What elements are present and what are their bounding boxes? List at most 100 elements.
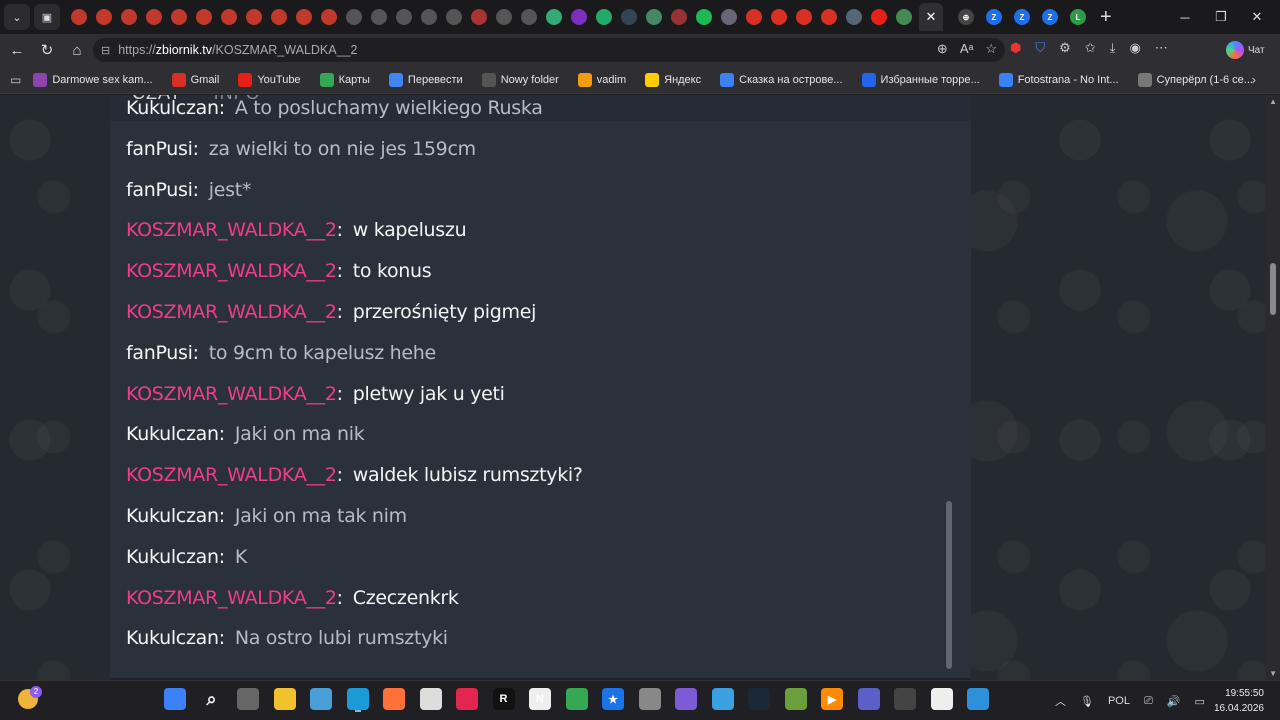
red-circle-icon[interactable] (220, 9, 237, 25)
hd-icon[interactable] (520, 9, 537, 25)
steam-icon[interactable] (748, 688, 770, 710)
chat-username[interactable]: KOSZMAR_WALDKA__2 (126, 383, 337, 405)
bookmark-item[interactable]: YouTube (238, 72, 301, 87)
image-icon[interactable] (845, 9, 862, 25)
chat-username[interactable]: KOSZMAR_WALDKA__2 (126, 464, 337, 486)
bookmark-item[interactable]: Избранные торре... (861, 72, 980, 87)
red-circle-icon[interactable] (145, 9, 162, 25)
adblock-extension-icon[interactable]: ⬢ (1010, 40, 1021, 56)
chat-username[interactable]: KOSZMAR_WALDKA__2 (126, 260, 337, 282)
chat-username[interactable]: Kukulczan (126, 97, 219, 119)
gmail-icon[interactable] (745, 9, 762, 25)
back-icon[interactable]: ← (2, 42, 32, 59)
browser-icon[interactable] (967, 688, 989, 710)
favorites-icon[interactable]: ✩ (1085, 40, 1096, 56)
n-icon[interactable]: N (529, 688, 551, 710)
bookmark-item[interactable]: Суперёрл (1-6 се... (1137, 72, 1253, 87)
bookmark-item[interactable]: Перевести (388, 72, 463, 87)
red-circle-icon[interactable] (295, 9, 312, 25)
tiktok-icon[interactable] (456, 688, 478, 710)
clock[interactable]: 19:55:50 16.04.2026 (1214, 686, 1264, 716)
bookmark-item[interactable]: Яндекс (645, 72, 701, 87)
z-icon[interactable]: Z (1042, 9, 1058, 25)
scroll-down-icon[interactable]: ▼ (1269, 669, 1277, 678)
active-tab-close-button[interactable]: ✕ (919, 3, 943, 31)
photos-icon[interactable] (310, 688, 332, 710)
mpc-icon[interactable] (419, 688, 442, 710)
workspaces-button[interactable]: ▣ (34, 4, 60, 30)
windows-start-icon[interactable] (164, 688, 186, 710)
chrome-icon[interactable] (565, 688, 588, 710)
red-circle-icon[interactable] (70, 9, 87, 25)
chat-username[interactable]: fanPusi (126, 342, 193, 364)
chat-username[interactable]: Kukulczan (126, 546, 219, 568)
tab-actions-menu-button[interactable]: ⌄ (4, 4, 30, 30)
purple-icon[interactable] (570, 9, 587, 25)
scroll-up-icon[interactable]: ▲ (1269, 97, 1277, 106)
l-icon[interactable]: L (1070, 9, 1086, 25)
red-circle-icon[interactable] (470, 9, 487, 25)
hd-icon[interactable] (445, 9, 462, 25)
green-icon[interactable] (595, 9, 612, 25)
spotify-icon[interactable] (695, 9, 712, 25)
image-icon[interactable] (645, 9, 662, 25)
read-aloud-icon[interactable]: Aᵃ (960, 41, 974, 57)
image-icon[interactable] (720, 9, 737, 25)
favorite-star-icon[interactable]: ☆ (985, 41, 997, 57)
media-player-icon[interactable]: ▶ (821, 688, 843, 710)
file-icon[interactable] (930, 688, 953, 710)
volume-icon[interactable]: 🔊 (1167, 695, 1181, 708)
site-info-icon[interactable]: ⊟ (101, 44, 110, 57)
game-icon[interactable] (675, 688, 697, 710)
language-indicator[interactable]: POL (1108, 695, 1130, 707)
edge-icon[interactable] (346, 688, 369, 710)
gmail-icon[interactable] (795, 9, 812, 25)
profile-avatar[interactable]: ◉ (1129, 40, 1140, 56)
obs-icon[interactable] (894, 688, 916, 710)
image-icon[interactable] (895, 9, 912, 25)
battery-icon[interactable]: ▭ (1195, 695, 1205, 708)
red-circle-icon[interactable] (245, 9, 262, 25)
page-scrollbar-thumb[interactable] (1270, 263, 1276, 315)
chat-username[interactable]: Kukulczan (126, 505, 219, 527)
chat-username[interactable]: KOSZMAR_WALDKA__2 (126, 301, 337, 323)
bookmark-item[interactable]: Nowy folder (481, 72, 559, 87)
extensions-icon[interactable]: ⚙ (1059, 40, 1071, 56)
page-scrollbar-track[interactable] (1266, 95, 1280, 680)
hd-icon[interactable] (345, 9, 362, 25)
steam-icon[interactable] (620, 9, 637, 25)
chat-username[interactable]: Kukulczan (126, 423, 219, 445)
red-circle-icon[interactable] (320, 9, 337, 25)
hd-icon[interactable] (495, 9, 512, 25)
close-window-button[interactable]: ✕ (1234, 0, 1280, 34)
gmail-icon[interactable] (820, 9, 837, 25)
chat-username[interactable]: fanPusi (126, 179, 193, 201)
bookmark-item[interactable]: Карты (319, 72, 370, 87)
red-circle-icon[interactable] (95, 9, 112, 25)
chat-username[interactable]: fanPusi (126, 138, 193, 160)
chat-scrollbar[interactable] (946, 501, 952, 669)
microphone-icon[interactable]: 🎙 (1080, 695, 1094, 708)
arrow-icon[interactable] (670, 9, 687, 25)
more-menu-icon[interactable]: ⋯ (1155, 40, 1168, 56)
chat-username[interactable]: KOSZMAR_WALDKA__2 (126, 587, 337, 609)
firefox-icon[interactable] (383, 688, 405, 710)
hd-icon[interactable] (420, 9, 437, 25)
copilot-button[interactable]: Чат (1226, 41, 1265, 59)
address-bar[interactable]: ⊟ https://zbiornik.tv/KOSZMAR_WALDKA__2 … (93, 38, 1005, 62)
globe-icon[interactable]: ⊕ (958, 9, 974, 25)
gmail-icon[interactable] (770, 9, 787, 25)
star-app-icon[interactable]: ★ (602, 688, 624, 710)
image-app-icon[interactable] (711, 688, 734, 710)
network-icon[interactable]: ⎚ (1144, 695, 1153, 708)
task-view-icon[interactable] (237, 688, 259, 710)
red-circle-icon[interactable] (270, 9, 287, 25)
zoom-icon[interactable]: ⊕ (937, 41, 948, 57)
minecraft-icon[interactable] (784, 688, 807, 710)
bookmark-item[interactable]: Сказка на острове... (720, 72, 843, 87)
home-icon[interactable]: ⌂ (62, 42, 92, 59)
new-tab-button[interactable]: + (1100, 6, 1112, 29)
show-hidden-icons-icon[interactable]: ︿ (1055, 693, 1066, 709)
hd-icon[interactable] (395, 9, 412, 25)
red-circle-icon[interactable] (195, 9, 212, 25)
